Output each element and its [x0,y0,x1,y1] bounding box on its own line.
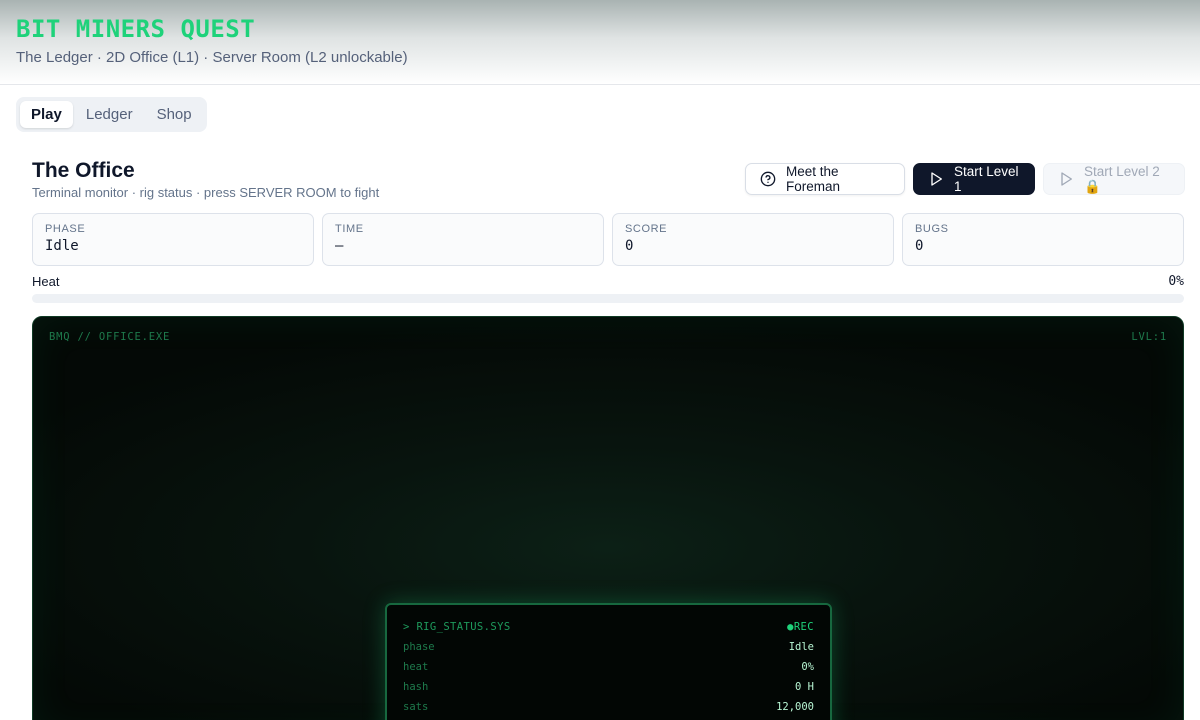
stat-bugs: BUGS 0 [902,213,1184,266]
rig-status-header: > RIG_STATUS.SYS ●REC [403,621,814,633]
stat-label: TIME [335,223,364,235]
meet-foreman-button[interactable]: Meet the Foreman [745,163,905,195]
rig-row-key: hash [403,681,429,693]
stat-value: — [335,238,344,254]
section-subtitle: Terminal monitor · rig status · press SE… [32,185,380,200]
rig-row-heat: heat 0% [403,661,814,673]
tab-ledger[interactable]: Ledger [75,101,144,128]
stat-label: SCORE [625,223,668,235]
stat-value: 0 [915,238,924,254]
stat-phase: PHASE Idle [32,213,314,266]
rig-row-value: 0 H [795,681,814,693]
play-icon [931,172,942,186]
stat-value: Idle [45,238,79,254]
screen-level: LVL:1 [1131,331,1167,343]
rig-row-value: 0% [801,661,814,673]
screen-title: BMQ // OFFICE.EXE [49,331,171,343]
rig-status-panel: > RIG_STATUS.SYS ●REC phase Idle heat 0%… [385,603,832,720]
stat-label: BUGS [915,223,949,235]
rig-status-title: > RIG_STATUS.SYS [403,621,511,633]
stat-label: PHASE [45,223,86,235]
rig-row-hash: hash 0 H [403,681,814,693]
rec-indicator: ●REC [787,621,814,633]
start-level-1-label: Start Level 1 [954,164,1019,194]
rig-row-key: sats [403,701,429,713]
section-title: The Office [32,159,135,182]
start-level-1-button[interactable]: Start Level 1 [913,163,1035,195]
main-tabs: Play Ledger Shop [16,97,207,132]
game-screen[interactable]: BMQ // OFFICE.EXE LVL:1 > RIG_STATUS.SYS… [32,316,1184,720]
tab-play[interactable]: Play [20,101,73,128]
heat-progress-bar [32,294,1184,303]
app-header: BIT MINERS QUEST The Ledger · 2D Office … [0,0,1200,85]
heat-value: 0% [1168,274,1184,289]
rig-row-key: phase [403,641,435,653]
start-level-2-label: Start Level 2 🔒 [1084,163,1160,194]
heat-label: Heat [32,274,60,289]
rig-row-value: 12,000 [776,701,814,713]
app-subtitle: The Ledger · 2D Office (L1) · Server Roo… [16,49,408,66]
rig-row-value: Idle [788,641,814,653]
play-icon [1061,172,1072,186]
stat-score: SCORE 0 [612,213,894,266]
meet-foreman-label: Meet the Foreman [786,164,841,194]
rig-row-key: heat [403,661,429,673]
tab-shop[interactable]: Shop [146,101,203,128]
stat-time: TIME — [322,213,604,266]
help-circle-icon [760,171,776,187]
start-level-2-button[interactable]: Start Level 2 🔒 [1043,163,1185,195]
rig-row-phase: phase Idle [403,641,814,653]
rig-row-sats: sats 12,000 [403,701,814,713]
stat-value: 0 [625,238,634,254]
app-title: BIT MINERS QUEST [16,15,256,43]
